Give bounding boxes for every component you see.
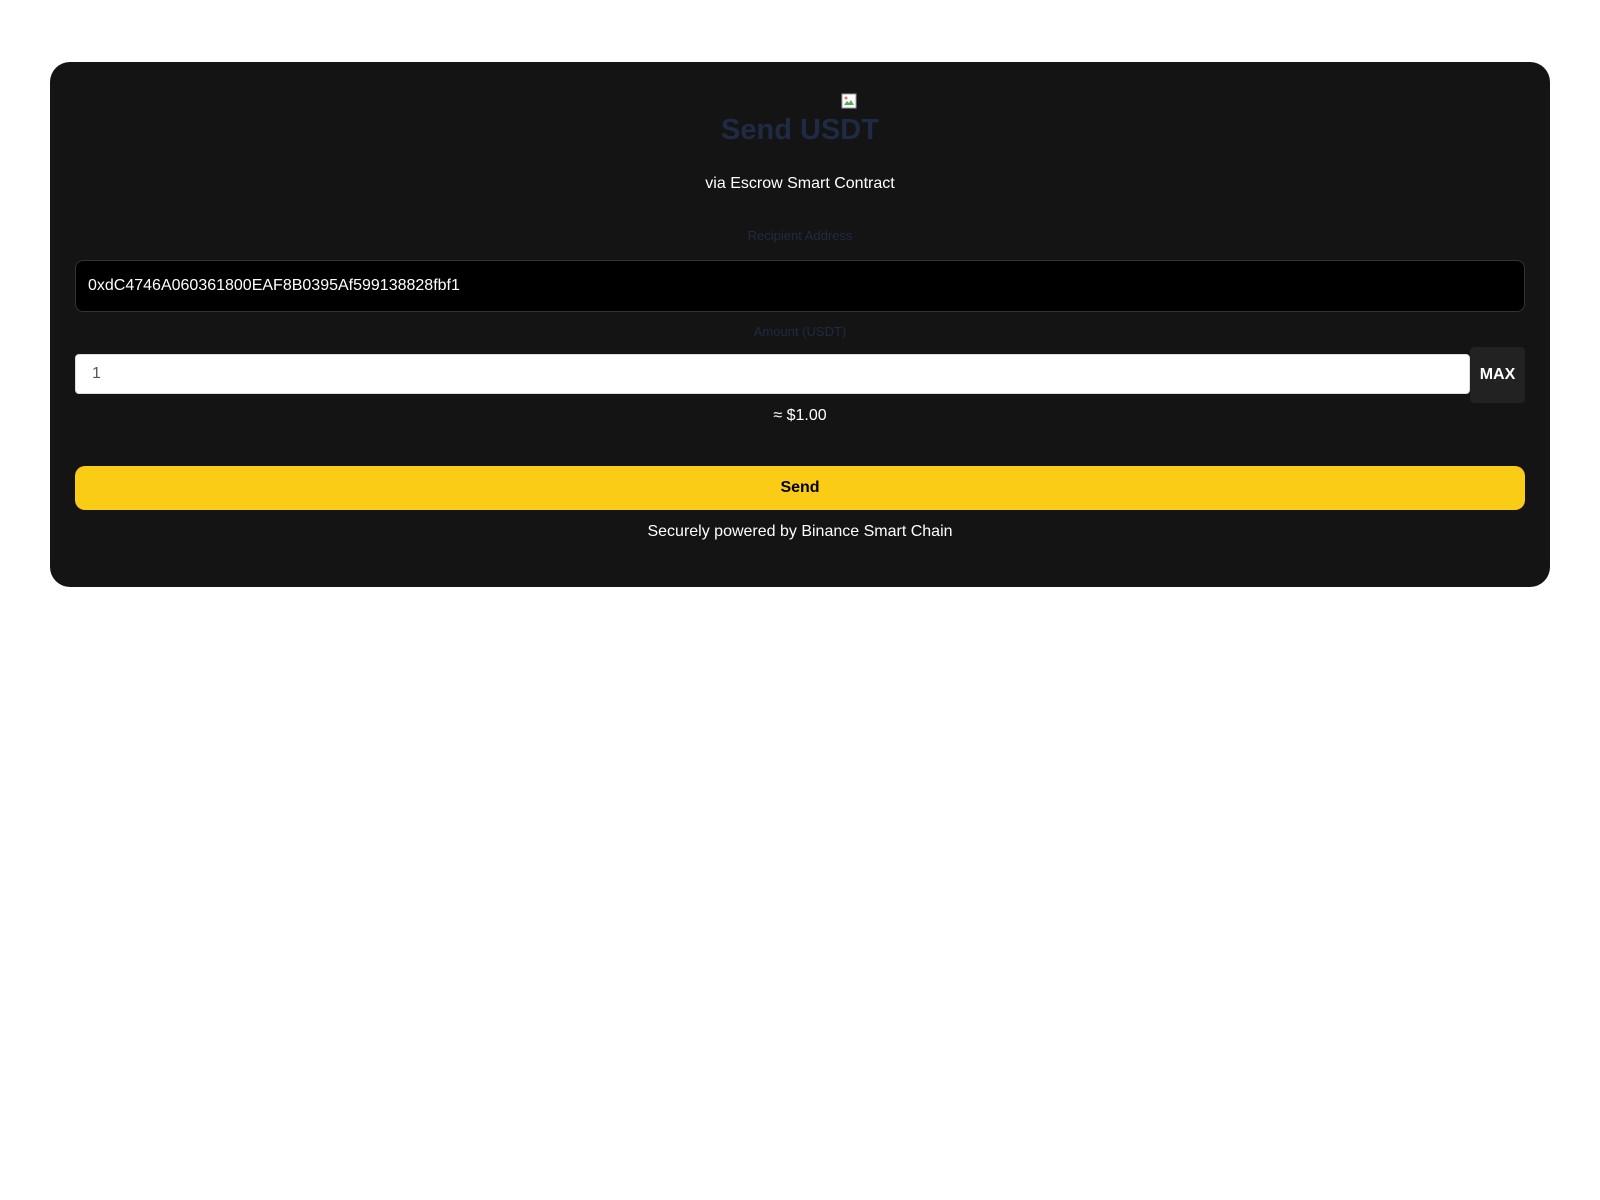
amount-input[interactable] — [75, 354, 1470, 394]
page-title: Send USDT — [721, 114, 879, 146]
recipient-address-label: Recipient Address — [747, 228, 853, 243]
usd-estimate: ≈ $1.00 — [773, 407, 827, 424]
page-subtitle: via Escrow Smart Contract — [705, 175, 895, 192]
amount-label: Amount (USDT) — [753, 324, 847, 339]
max-button[interactable]: MAX — [1470, 347, 1525, 403]
recipient-address-input[interactable] — [75, 260, 1525, 312]
footer-text: Securely powered by Binance Smart Chain — [647, 523, 953, 540]
broken-image-icon — [841, 93, 857, 109]
send-card: Send USDT via Escrow Smart Contract Reci… — [50, 62, 1550, 587]
send-button[interactable]: Send — [75, 466, 1525, 510]
